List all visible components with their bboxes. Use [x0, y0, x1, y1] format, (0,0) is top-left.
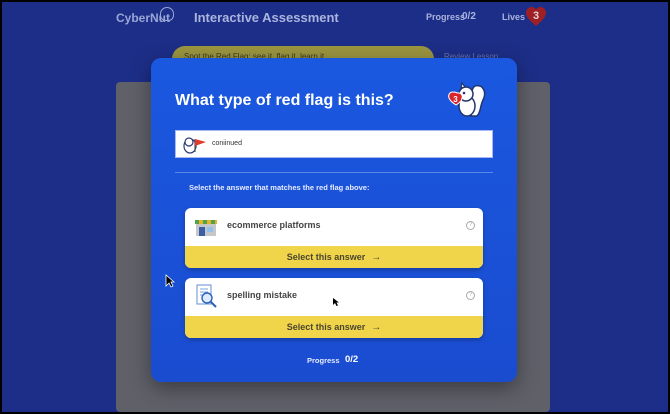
select-answer-button[interactable]: Select this answer →: [185, 316, 483, 338]
answer-label: ecommerce platforms: [227, 220, 321, 230]
progress-label: Progress: [426, 12, 466, 22]
lives-count: 3: [533, 10, 540, 22]
app-frame: CyberNut Interactive Assessment Progress…: [2, 2, 668, 412]
mascot-lives-count: 3: [453, 95, 458, 104]
squirrel-logo-icon: [160, 7, 174, 21]
instruction-text: Select the answer that matches the red f…: [189, 183, 370, 192]
select-answer-label: Select this answer: [286, 322, 366, 332]
divider: [175, 172, 493, 173]
flagged-squirrel-icon: [180, 135, 210, 155]
question-modal: What type of red flag is this? 3 coniinu…: [151, 58, 517, 382]
question-title: What type of red flag is this?: [175, 92, 394, 109]
answer-label: spelling mistake: [227, 290, 298, 300]
select-answer-label: Select this answer: [286, 252, 366, 262]
top-bar: CyberNut Interactive Assessment Progress…: [2, 2, 668, 34]
answer-option-ecommerce[interactable]: ecommerce platforms ? Select this answer…: [185, 208, 483, 268]
mouse-cursor-icon: [332, 294, 340, 306]
squirrel-mascot-icon: 3: [447, 80, 489, 120]
arrow-right-icon: →: [371, 321, 382, 333]
arrow-right-icon: →: [371, 251, 382, 263]
document-magnifier-icon: [193, 284, 219, 308]
modal-progress-value: 0/2: [345, 354, 359, 365]
help-icon[interactable]: ?: [466, 291, 475, 300]
progress-value: 0/2: [462, 11, 476, 22]
storefront-icon: [193, 214, 219, 238]
select-answer-button[interactable]: Select this answer →: [185, 246, 483, 268]
answer-option-spelling[interactable]: spelling mistake ? Select this answer →: [185, 278, 483, 338]
red-flag-display: coniinued: [175, 130, 493, 158]
page-title: Interactive Assessment: [194, 10, 339, 25]
lives-label: Lives: [502, 12, 526, 22]
mouse-cursor-icon: [165, 274, 176, 288]
flagged-text: coniinued: [212, 140, 242, 147]
help-icon[interactable]: ?: [466, 221, 475, 230]
modal-progress-label: Progress: [307, 356, 340, 365]
